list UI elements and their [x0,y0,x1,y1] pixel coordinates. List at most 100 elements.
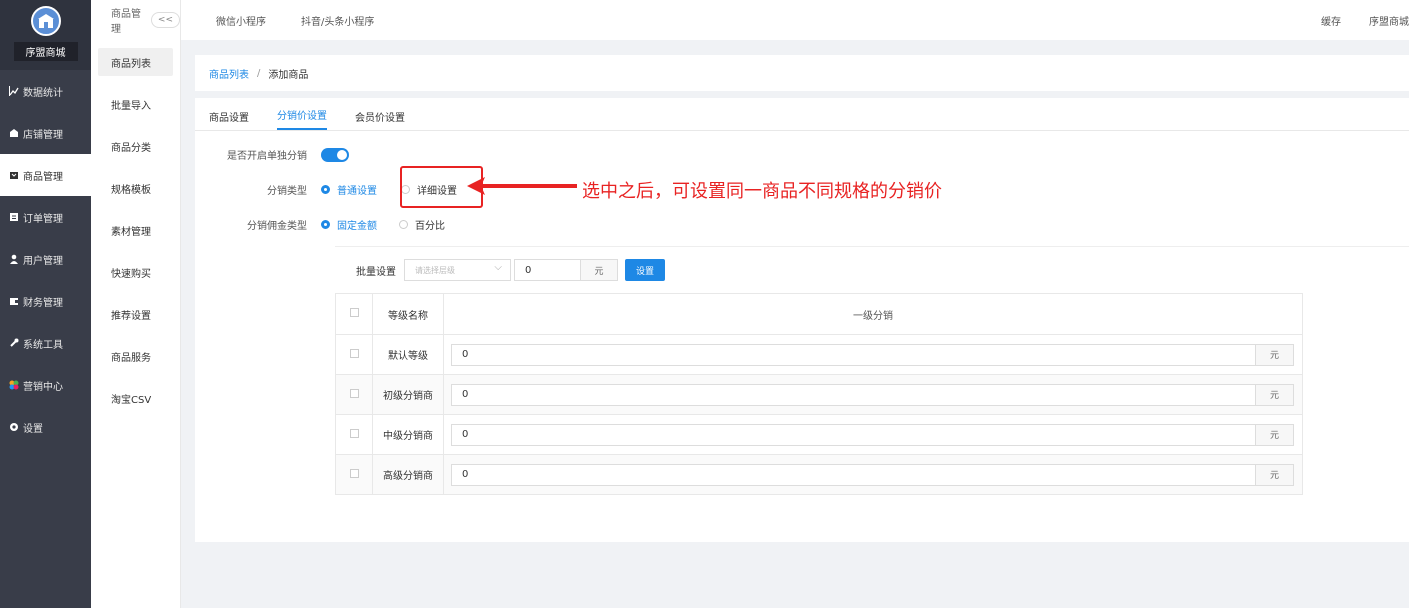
enable-distribution-row: 是否开启单独分销 [195,147,349,162]
sidebar-item-label: 系统工具 [23,339,63,351]
secondary-sidebar: 商品管理 << 商品列表 批量导入 商品分类 规格模板 素材管理 快速购买 推荐… [91,0,181,608]
table-row: 初级分销商 0元 [335,374,1303,415]
form-tabs: 商品设置 分销价设置 会员价设置 [195,98,1409,131]
store-logo-icon[interactable] [30,6,61,36]
sidebar-item-users[interactable]: 用户管理 [0,238,91,280]
level-select[interactable]: 请选择层级 [404,259,511,281]
gear-icon [8,421,20,433]
subnav-item-quick-buy[interactable]: 快速购买 [98,258,173,286]
row-checkbox-cell [335,454,373,495]
breadcrumb: 商品列表 / 添加商品 [195,55,1409,91]
table-row: 中级分销商 0元 [335,414,1303,455]
level-value-input[interactable]: 0 [451,423,1256,446]
row-checkbox[interactable] [349,428,359,438]
finance-icon [8,295,20,307]
distribution-table: 等级名称 一级分销 默认等级 0元 初级分销商 0元 中级分销商 0元 高级分销… [335,293,1303,495]
level-value-input[interactable]: 0 [451,383,1256,406]
enable-distribution-label: 是否开启单独分销 [227,151,307,162]
tab-wechat-miniprogram[interactable]: 微信小程序 [216,13,266,28]
top-bar: 微信小程序 抖音/头条小程序 缓存 序盟商城 [181,0,1409,40]
sidebar-item-goods[interactable]: 商品管理 [0,154,91,196]
annotation-text: 选中之后，可设置同一商品不同规格的分销价 [582,181,942,202]
commission-type-row: 分销佣金类型 固定金额 百分比 [195,217,467,232]
store-name-link[interactable]: 序盟商城 [1369,13,1409,28]
header-first-level: 一级分销 [443,293,1303,335]
subnav-item-spec-template[interactable]: 规格模板 [98,174,173,202]
order-icon [8,211,20,223]
subnav-item-recommend[interactable]: 推荐设置 [98,300,173,328]
tab-member-price[interactable]: 会员价设置 [355,109,405,130]
user-icon [8,253,20,265]
enable-distribution-switch[interactable] [321,147,349,162]
logo-area: 序盟商城 [0,0,91,70]
row-checkbox-cell [335,374,373,415]
row-checkbox[interactable] [349,348,359,358]
unit-label: 元 [1256,343,1294,366]
value-cell: 0元 [443,374,1303,415]
top-bar-right: 缓存 序盟商城 [1321,13,1409,28]
radio-dot-checked [321,220,330,229]
cache-button[interactable]: 缓存 [1321,13,1341,28]
shop-icon [8,127,20,139]
sidebar-item-settings[interactable]: 设置 [0,406,91,448]
unit-label: 元 [1256,463,1294,486]
sidebar-item-finance[interactable]: 财务管理 [0,280,91,322]
sidebar-item-marketing[interactable]: 营销中心 [0,364,91,406]
sidebar-item-label: 店铺管理 [23,129,63,141]
row-checkbox[interactable] [349,468,359,478]
subnav-item-taobao-csv[interactable]: 淘宝CSV [98,384,173,412]
radio-label: 固定金额 [337,221,377,232]
subnav-item-service[interactable]: 商品服务 [98,342,173,370]
batch-set-button[interactable]: 设置 [625,259,665,281]
table-header-row: 等级名称 一级分销 [335,293,1303,335]
sidebar-item-orders[interactable]: 订单管理 [0,196,91,238]
level-name: 初级分销商 [372,374,444,415]
goods-icon [8,169,20,181]
collapse-button[interactable]: << [150,12,180,28]
shop-name: 序盟商城 [13,42,78,61]
radio-normal-setting[interactable]: 普通设置 [321,182,377,197]
tab-distribution-price[interactable]: 分销价设置 [277,107,327,130]
level-name: 默认等级 [372,334,444,375]
table-row: 高级分销商 0元 [335,454,1303,495]
sidebar-item-stats[interactable]: 数据统计 [0,70,91,112]
header-level-name: 等级名称 [372,293,444,335]
annotation-arrow-icon [467,177,577,195]
radio-fixed-amount[interactable]: 固定金额 [321,217,377,232]
subnav-item-category[interactable]: 商品分类 [98,132,173,160]
unit-label: 元 [1256,383,1294,406]
commission-type-label: 分销佣金类型 [247,221,307,232]
level-value-input[interactable]: 0 [451,343,1256,366]
breadcrumb-parent[interactable]: 商品列表 [209,66,249,81]
subnav-item-goods-list[interactable]: 商品列表 [98,48,173,76]
batch-unit: 元 [581,259,618,281]
subnav-title: 商品管理 [111,9,141,35]
subnav-header: 商品管理 << [91,0,180,40]
row-checkbox-cell [335,334,373,375]
tab-douyin-miniprogram[interactable]: 抖音/头条小程序 [301,13,374,28]
batch-setting-label: 批量设置 [356,266,396,278]
radio-dot [399,220,408,229]
row-checkbox[interactable] [349,388,359,398]
primary-sidebar: 序盟商城 数据统计 店铺管理 商品管理 订单管理 用户管理 财务管理 系统工具 … [0,0,91,608]
tab-goods-settings[interactable]: 商品设置 [209,109,249,130]
subnav-item-material[interactable]: 素材管理 [98,216,173,244]
sidebar-item-label: 财务管理 [23,297,63,309]
unit-label: 元 [1256,423,1294,446]
level-name: 高级分销商 [372,454,444,495]
subnav-item-batch-import[interactable]: 批量导入 [98,90,173,118]
sidebar-item-label: 设置 [23,423,43,435]
select-all-checkbox[interactable] [349,308,359,317]
sidebar-item-tools[interactable]: 系统工具 [0,322,91,364]
radio-percentage[interactable]: 百分比 [399,217,445,232]
sidebar-item-label: 订单管理 [23,213,63,225]
distribution-type-label: 分销类型 [267,186,307,197]
batch-value-input[interactable]: 0 [514,259,581,281]
sidebar-item-label: 营销中心 [23,381,63,393]
level-value-input[interactable]: 0 [451,463,1256,486]
sidebar-item-shop[interactable]: 店铺管理 [0,112,91,154]
table-row: 默认等级 0元 [335,334,1303,375]
chart-icon [8,85,20,97]
marketing-icon [8,379,20,391]
distribution-table-area: 批量设置 请选择层级 0 元 设置 等级名称 一级分销 默认等级 0元 初级分销… [335,246,1409,496]
